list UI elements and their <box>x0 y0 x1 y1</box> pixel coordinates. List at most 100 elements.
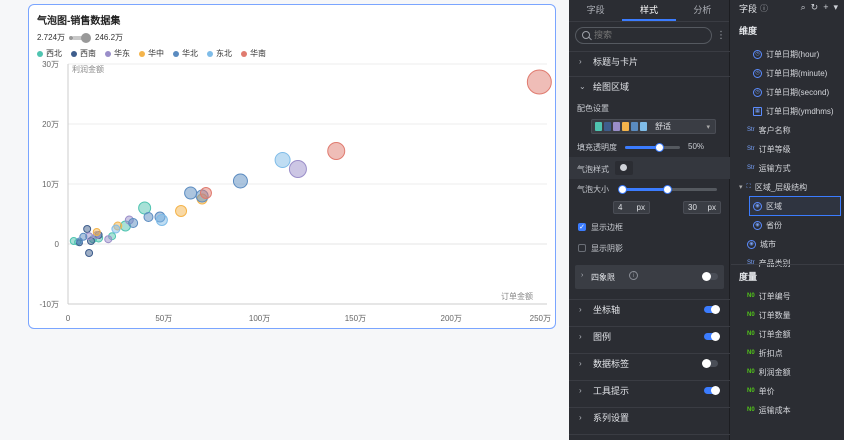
measure-field[interactable]: N0 折扣点 <box>731 344 844 362</box>
bubble <box>85 249 94 257</box>
section-toggle[interactable] <box>704 386 720 395</box>
palette-swatch <box>604 122 611 131</box>
show-border-checkbox[interactable]: ✓ <box>578 223 586 231</box>
measure-field[interactable]: N0 利润金额 <box>731 363 844 381</box>
measure-field[interactable]: N0 订单编号 <box>731 287 844 305</box>
x-tick-label: 150万 <box>345 314 366 323</box>
style-section[interactable]: › 图例 <box>569 326 730 346</box>
dropdown-caret-icon: ▾ <box>706 123 710 131</box>
x-tick-label: 0 <box>66 314 71 323</box>
tab-style[interactable]: 样式 <box>622 0 676 21</box>
measure-field[interactable]: N0 订单数量 <box>731 306 844 324</box>
x-axis-title: 订单金额 <box>501 291 533 301</box>
section-title-card[interactable]: › 标题与卡片 <box>569 51 730 71</box>
tab-fields[interactable]: 字段 <box>569 0 622 21</box>
y-tick-label: 20万 <box>42 120 59 129</box>
fill-opacity-slider-handle[interactable] <box>654 143 664 152</box>
dimension-field[interactable]: ◉ 省份 <box>731 216 844 234</box>
style-section-label: 数据标签 <box>593 359 630 369</box>
style-search-box[interactable] <box>575 26 712 44</box>
number-icon: N0 <box>747 330 755 337</box>
dimension-field[interactable]: ▾ ⛶ 区域_层级结构 <box>731 178 844 196</box>
field-label: 订单日期(second) <box>766 87 830 97</box>
field-label: 折扣点 <box>758 348 783 358</box>
section-toggle[interactable] <box>704 332 720 341</box>
bubble <box>155 214 168 226</box>
palette-swatch <box>631 122 638 131</box>
style-section[interactable]: › 工具提示 <box>569 380 730 400</box>
field-label: 订单等级 <box>758 144 791 154</box>
style-section[interactable]: › 数据标签 <box>569 353 730 373</box>
section-toggle[interactable] <box>702 359 718 368</box>
bubble-size-min-handle[interactable] <box>618 185 627 194</box>
measure-field[interactable]: N0 单价 <box>731 382 844 400</box>
bubble-style-label: 气泡样式 <box>577 165 609 174</box>
field-label: 运输方式 <box>758 163 791 173</box>
palette-swatch <box>613 122 620 131</box>
x-tick-label: 250万 <box>530 314 551 323</box>
refresh-icon[interactable]: ↻ <box>811 2 819 13</box>
style-search-row: ⋮ <box>575 26 726 44</box>
section-toggle[interactable] <box>704 305 720 314</box>
number-icon: N0 <box>747 368 755 375</box>
quadrant-row[interactable]: › 四象限 i <box>575 265 724 289</box>
dimension-field[interactable]: Str 客户名称 <box>731 121 844 139</box>
add-icon[interactable]: + <box>823 2 828 13</box>
section-plot-area[interactable]: ⌄ 绘图区域 <box>569 76 730 96</box>
quadrant-toggle[interactable] <box>702 272 718 281</box>
chevron-down-icon[interactable]: ▾ <box>833 2 838 13</box>
location-icon: ◉ <box>747 239 756 249</box>
bubble-size-max-value: 30 <box>688 203 697 212</box>
dimension-field[interactable]: ◉ 区域 <box>749 196 841 216</box>
dimension-field[interactable]: ◷ 订单日期(minute) <box>731 64 844 82</box>
field-label: 区域_层级结构 <box>754 182 808 192</box>
bubble <box>327 142 346 160</box>
show-shadow-checkbox[interactable] <box>578 244 586 252</box>
bubble-style-picker[interactable] <box>615 161 633 175</box>
dimension-field[interactable]: ▦ 订单日期(ymdhms) <box>731 102 844 120</box>
bubble-plot: -10万 0 10万 20万 30万 0 50万 100万 150万 200万 250万 利润金额订单… <box>39 60 552 323</box>
field-label: 运输成本 <box>758 405 791 415</box>
bubble <box>175 205 188 217</box>
search-icon[interactable]: ⌕ <box>801 2 806 13</box>
dimension-field[interactable]: Str 订单等级 <box>731 140 844 158</box>
chevron-right-icon: › <box>579 386 582 395</box>
number-icon: N0 <box>747 349 755 356</box>
text-icon: Str <box>747 164 755 171</box>
section-title-card-label: 标题与卡片 <box>593 57 639 67</box>
location-icon: ◉ <box>753 220 762 230</box>
chart-card[interactable]: 气泡图-销售数据集 2.724万 246.2万 西北 西南 华东 华中 华北 东北 华南 -… <box>28 4 556 329</box>
fields-panel: 字段 ⓘ ⌕ ↻ + ▾ 维度 ◷ 订单日期(hour) ◷ 订单日期(minute)… <box>731 0 844 440</box>
measure-field[interactable]: N0 运输成本 <box>731 401 844 419</box>
measure-group-title: 度量 <box>739 272 758 282</box>
dimension-field[interactable]: ◷ 订单日期(hour) <box>731 45 844 63</box>
dimension-field[interactable]: ◉ 城市 <box>731 235 844 253</box>
clock-icon: ◷ <box>753 49 762 59</box>
more-options-icon[interactable]: ⋮ <box>716 30 726 41</box>
style-section[interactable]: › 坐标轴 <box>569 299 730 319</box>
bubble-size-min-input[interactable]: 4 px <box>613 201 650 214</box>
style-section[interactable]: › 系列设置 <box>569 407 730 427</box>
chevron-down-icon[interactable]: ▾ <box>739 183 743 191</box>
bubble-size-max-input[interactable]: 30 px <box>683 201 721 214</box>
palette-name: 舒适 <box>655 122 671 131</box>
bubble-size-slider-fill <box>623 188 668 191</box>
info-icon[interactable]: ⓘ <box>760 3 768 14</box>
dimension-field[interactable]: ◷ 订单日期(second) <box>731 83 844 101</box>
number-icon: N0 <box>747 292 755 299</box>
bubble <box>143 212 154 222</box>
chevron-right-icon: › <box>581 272 584 279</box>
style-search-input[interactable] <box>594 30 694 40</box>
bubble-size-max-handle[interactable] <box>663 185 672 194</box>
right-panel: 字段 样式 分析 ⋮ › 标题与卡片 ⌄ 绘图区域 配色设置 舒适 ▾ 填充透明… <box>569 0 844 440</box>
measure-field[interactable]: N0 订单金额 <box>731 325 844 343</box>
style-section[interactable]: ›辅助展示 <box>569 434 730 440</box>
tab-analysis[interactable]: 分析 <box>676 0 729 21</box>
dimension-field[interactable]: Str 运输方式 <box>731 159 844 177</box>
number-icon: N0 <box>747 406 755 413</box>
palette-select[interactable]: 舒适 ▾ <box>591 119 716 134</box>
y-axis-title: 利润金额 <box>72 64 104 74</box>
number-icon: N0 <box>747 311 755 318</box>
fill-opacity-value: 50% <box>688 142 705 151</box>
info-icon[interactable]: i <box>629 271 638 280</box>
